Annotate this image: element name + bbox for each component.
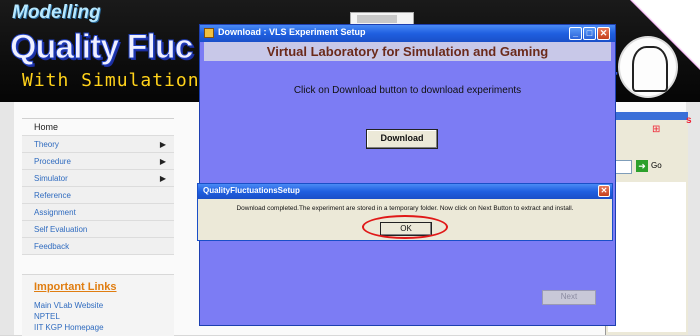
sidebar-item-label: Procedure bbox=[34, 157, 71, 166]
banner-line-2: Quality Fluc bbox=[10, 28, 195, 67]
banner-line-3: With Simulation bbox=[22, 70, 200, 91]
browser-titlebar bbox=[606, 112, 688, 120]
setup-header-title: Virtual Laboratory for Simulation and Ga… bbox=[266, 44, 549, 59]
app-icon bbox=[204, 28, 214, 38]
sidebar-item-label: Home bbox=[34, 122, 59, 132]
windows-logo-icon: ⊞ bbox=[652, 124, 661, 135]
message-dialog: QualityFluctuationsSetup ✕ Download comp… bbox=[197, 183, 613, 241]
dialog-message: Download completed.The experiment are st… bbox=[236, 205, 574, 212]
dialog-close-button[interactable]: ✕ bbox=[598, 185, 610, 197]
important-links-title: Important Links bbox=[34, 281, 117, 293]
dialog-title: QualityFluctuationsSetup bbox=[203, 186, 300, 195]
sidebar-item-reference[interactable]: Reference bbox=[22, 187, 174, 204]
maximize-button[interactable]: □ bbox=[583, 27, 596, 40]
link-nptel[interactable]: NPTEL bbox=[34, 312, 60, 321]
sidebar-item-label: Theory bbox=[34, 140, 59, 149]
link-main-vlab[interactable]: Main VLab Website bbox=[34, 301, 103, 310]
go-arrow-icon[interactable]: ➜ bbox=[636, 160, 648, 172]
dialog-titlebar: QualityFluctuationsSetup ✕ bbox=[198, 184, 612, 199]
chevron-right-icon: ▶ bbox=[159, 174, 166, 183]
sidebar-item-simulator[interactable]: Simulator ▶ bbox=[22, 170, 174, 187]
sidebar-item-home[interactable]: Home bbox=[22, 119, 174, 136]
sidebar-item-label: Feedback bbox=[34, 242, 70, 251]
download-instruction: Click on Download button to download exp… bbox=[293, 85, 522, 96]
close-button[interactable]: ✕ bbox=[597, 27, 610, 40]
important-links-box: Important Links Main VLab Website NPTEL … bbox=[22, 274, 174, 336]
go-button-label[interactable]: Go bbox=[651, 161, 662, 170]
institute-logo bbox=[618, 36, 678, 98]
sidebar-item-feedback[interactable]: Feedback bbox=[22, 238, 174, 255]
chevron-right-icon: ▶ bbox=[159, 157, 166, 166]
sidebar-item-theory[interactable]: Theory ▶ bbox=[22, 136, 174, 153]
next-button[interactable]: Next bbox=[542, 290, 596, 305]
download-button[interactable]: Download bbox=[366, 129, 438, 149]
setup-window: Download : VLS Experiment Setup _ □ ✕ Vi… bbox=[199, 24, 616, 326]
sidebar-item-label: Self Evaluation bbox=[34, 225, 88, 234]
setup-window-title: Download : VLS Experiment Setup bbox=[218, 27, 366, 37]
chevron-right-icon: ▶ bbox=[159, 140, 166, 149]
sidebar-item-assignment[interactable]: Assignment bbox=[22, 204, 174, 221]
sidebar-item-label: Reference bbox=[34, 191, 71, 200]
highlight-ring bbox=[362, 215, 448, 239]
partial-red-text: s bbox=[686, 115, 692, 126]
background-browser-window: ⊞ ➜ Go bbox=[605, 112, 688, 335]
banner-line-1: Modelling bbox=[12, 2, 101, 23]
sidebar-item-label: Simulator bbox=[34, 174, 68, 183]
header-band: Virtual Laboratory for Simulation and Ga… bbox=[204, 42, 611, 61]
sidebar-nav: Home Theory ▶ Procedure ▶ Simulator ▶ Re… bbox=[22, 118, 174, 255]
minimize-button[interactable]: _ bbox=[569, 27, 582, 40]
sidebar-item-label: Assignment bbox=[34, 208, 76, 217]
browser-content-pane bbox=[608, 182, 686, 332]
sidebar-item-procedure[interactable]: Procedure ▶ bbox=[22, 153, 174, 170]
sidebar-item-self-evaluation[interactable]: Self Evaluation bbox=[22, 221, 174, 238]
link-iit-kgp[interactable]: IIT KGP Homepage bbox=[34, 323, 104, 332]
setup-titlebar: Download : VLS Experiment Setup _ □ ✕ bbox=[200, 25, 615, 42]
